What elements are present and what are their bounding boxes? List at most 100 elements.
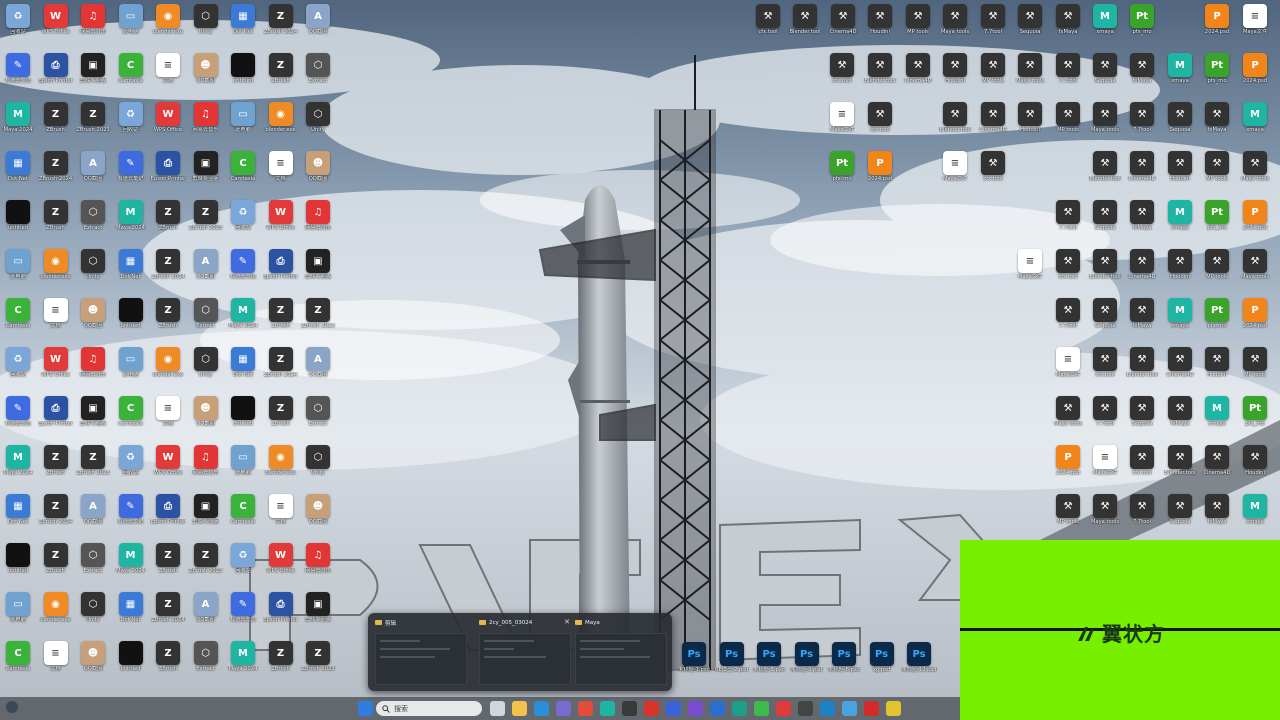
- desktop-icon-left-64[interactable]: W WPS Office: [38, 347, 74, 378]
- desktop-icon-left-112[interactable]: Z ZBrush 2024: [150, 592, 186, 623]
- desktop-icon-right-79[interactable]: ⚒ Blender.tool: [1162, 445, 1198, 476]
- desktop-icon-left-68[interactable]: ⬡ Unity: [188, 347, 224, 378]
- desktop-icon-left-66[interactable]: ▭ 此电脑: [113, 347, 149, 378]
- desktop-icon-right-41[interactable]: ⚒ Cinema4D: [1124, 151, 1160, 182]
- desktop-icon-left-107[interactable]: ♫ 网易云音乐: [300, 543, 336, 574]
- desktop-icon-right-49[interactable]: Pt pfx_mo: [1199, 200, 1235, 231]
- desktop-icon-right-55[interactable]: ⚒ Houdini: [1162, 249, 1198, 280]
- desktop-icon-right-56[interactable]: ⚒ MP tools: [1199, 249, 1235, 280]
- desktop-icon-right-53[interactable]: ⚒ Blender.tool: [1087, 249, 1123, 280]
- desktop-icon-left-20[interactable]: Z ZBrush 2023: [75, 102, 111, 133]
- desktop-icon-left-71[interactable]: A QQ截图: [300, 347, 336, 378]
- desktop-icon-right-26[interactable]: ⚒ cfx.tool: [862, 102, 898, 133]
- desktop-icon-left-7[interactable]: Z ZBrush 2024: [263, 4, 299, 35]
- desktop-icon-right-43[interactable]: ⚒ MP tools: [1199, 151, 1235, 182]
- desktop-icon-left-33[interactable]: C Camtasia: [225, 151, 261, 182]
- desktop-icon-right-28[interactable]: ⚒ Cinema4D: [975, 102, 1011, 133]
- desktop-icon-left-62[interactable]: Z ZBrush 2023: [300, 298, 336, 329]
- desktop-icon-left-30[interactable]: ✎ 有道云笔记: [113, 151, 149, 182]
- desktop-icon-left-87[interactable]: ▭ 此电脑: [225, 445, 261, 476]
- desktop-icon-left-14[interactable]: ☻ QQ截图: [188, 53, 224, 84]
- desktop-icon-right-64[interactable]: ≡ Maya文件: [1050, 347, 1086, 378]
- desktop-icon-right-15[interactable]: ⚒ Cinema4D: [900, 53, 936, 84]
- desktop-icon-left-63[interactable]: ♻ 回收站: [0, 347, 36, 378]
- desktop-icon-right-10[interactable]: Pt pfx_mo: [1124, 4, 1160, 35]
- desktop-icon-right-33[interactable]: ⚒ Sequoia: [1162, 102, 1198, 133]
- desktop-icon-left-23[interactable]: ♫ 网易云音乐: [188, 102, 224, 133]
- desktop-icon-left-49[interactable]: Z ZBrush 2024: [150, 249, 186, 280]
- desktop-icon-right-57[interactable]: ⚒ Maya tools: [1237, 249, 1273, 280]
- desktop-icon-left-4[interactable]: ◉ blender.exe: [150, 4, 186, 35]
- desktop-icon-left-22[interactable]: W WPS Office: [150, 102, 186, 133]
- task-view-icon[interactable]: [490, 701, 505, 716]
- desktop-icon-right-35[interactable]: Mxmaya: [1237, 102, 1273, 133]
- desktop-icon-left-116[interactable]: ▣ 剪映专业版: [300, 592, 336, 623]
- desktop-icon-left-90[interactable]: ▦ Dot Net: [0, 494, 36, 525]
- unity-icon[interactable]: [798, 701, 813, 716]
- desktop-icon-right-1[interactable]: ⚒ Blender.tool: [787, 4, 823, 35]
- psd-file-2[interactable]: Ps 未标题-5.psd: [751, 642, 787, 673]
- desktop-icon-left-37[interactable]: Z ZBrush: [38, 200, 74, 231]
- desktop-icon-right-52[interactable]: ⚒ cfx.tool: [1050, 249, 1086, 280]
- desktop-icon-left-0[interactable]: ♻ 回收站: [0, 4, 36, 35]
- desktop-icon-left-74[interactable]: ▣ 剪映专业版: [75, 396, 111, 427]
- desktop-icon-left-108[interactable]: ▭ 此电脑: [0, 592, 36, 623]
- desktop-icon-left-16[interactable]: Z ZBrush: [263, 53, 299, 84]
- desktop-icon-left-77[interactable]: ☻ QQ截图: [188, 396, 224, 427]
- windows-start-icon[interactable]: [358, 701, 373, 716]
- desktop-icon-left-52[interactable]: ⎙ Epson Printer: [263, 249, 299, 280]
- psd-file-6[interactable]: Ps 未标题-10.psd: [901, 642, 937, 673]
- desktop-icon-right-73[interactable]: ⚒ fxMaya: [1162, 396, 1198, 427]
- desktop-icon-left-86[interactable]: ♫ 网易云音乐: [188, 445, 224, 476]
- desktop-icon-left-13[interactable]: ≡ 文档: [150, 53, 186, 84]
- desktop-icon-right-47[interactable]: ⚒ fxMaya: [1124, 200, 1160, 231]
- desktop-icon-left-120[interactable]: untitled: [113, 641, 149, 672]
- outlook-icon[interactable]: [710, 701, 725, 716]
- desktop-icon-right-82[interactable]: ⚒ MP tools: [1050, 494, 1086, 525]
- desktop-icon-right-40[interactable]: ⚒ Blender.tool: [1087, 151, 1123, 182]
- desktop-icon-left-8[interactable]: A QQ截图: [300, 4, 336, 35]
- desktop-icon-left-111[interactable]: ▦ Dot Net: [113, 592, 149, 623]
- desktop-icon-left-44[interactable]: ♫ 网易云音乐: [300, 200, 336, 231]
- desktop-icon-left-113[interactable]: A QQ截图: [188, 592, 224, 623]
- desktop-icon-left-82[interactable]: Z ZBrush: [38, 445, 74, 476]
- desktop-icon-left-59[interactable]: ⬡ Extract: [188, 298, 224, 329]
- desktop-icon-left-53[interactable]: ▣ 剪映专业版: [300, 249, 336, 280]
- desktop-icon-left-47[interactable]: ⬡ Unity: [75, 249, 111, 280]
- maya-icon[interactable]: [600, 701, 615, 716]
- desktop-icon-right-34[interactable]: ⚒ fxMaya: [1199, 102, 1235, 133]
- desktop-icon-right-42[interactable]: ⚒ Houdini: [1162, 151, 1198, 182]
- desktop-icon-left-15[interactable]: untitled: [225, 53, 261, 84]
- desktop-icon-left-97[interactable]: ≡ 文档: [263, 494, 299, 525]
- desktop-icon-left-73[interactable]: ⎙ Epson Printer: [38, 396, 74, 427]
- desktop-icon-left-6[interactable]: ▦ Dot Net: [225, 4, 261, 35]
- desktop-icon-left-48[interactable]: ▦ Dot Net: [113, 249, 149, 280]
- desktop-icon-right-45[interactable]: ⚒ 7.7tool: [1050, 200, 1086, 231]
- desktop-icon-right-50[interactable]: P 2024.psd: [1237, 200, 1273, 231]
- desktop-icon-left-80[interactable]: ⬡ Extract: [300, 396, 336, 427]
- desktop-icon-left-9[interactable]: ✎ 有道云笔记: [0, 53, 36, 84]
- desktop-icon-left-85[interactable]: W WPS Office: [150, 445, 186, 476]
- taskbar-search-box[interactable]: 搜索: [376, 701, 482, 716]
- desktop-icon-right-22[interactable]: Mxmaya: [1162, 53, 1198, 84]
- desktop-icon-left-38[interactable]: ⬡ Extract: [75, 200, 111, 231]
- desktop-icon-right-37[interactable]: P 2024.psd: [862, 151, 898, 182]
- desktop-icon-left-31[interactable]: ⎙ Epson Printer: [150, 151, 186, 182]
- desktop-icon-left-60[interactable]: M Maya 2024: [225, 298, 261, 329]
- desktop-icon-right-2[interactable]: ⚒ Cinema4D: [825, 4, 861, 35]
- desktop-icon-right-63[interactable]: P 2024.psd: [1237, 298, 1273, 329]
- desktop-icon-left-5[interactable]: ⬡ Unity: [188, 4, 224, 35]
- desktop-icon-left-76[interactable]: ≡ 文档: [150, 396, 186, 427]
- desktop-icon-left-98[interactable]: ☻ QQ截图: [300, 494, 336, 525]
- desktop-icon-right-14[interactable]: ⚒ Blender.tool: [862, 53, 898, 84]
- photos-icon[interactable]: [556, 701, 571, 716]
- desktop-icon-left-1[interactable]: W WPS Office: [38, 4, 74, 35]
- close-icon[interactable]: ✕: [564, 618, 570, 626]
- desktop-icon-left-110[interactable]: ⬡ Unity: [75, 592, 111, 623]
- desktop-icon-left-96[interactable]: C Camtasia: [225, 494, 261, 525]
- desktop-icon-left-46[interactable]: ◉ blender.exe: [38, 249, 74, 280]
- desktop-icon-left-125[interactable]: Z ZBrush 2023: [300, 641, 336, 672]
- desktop-icon-left-104[interactable]: Z ZBrush 2023: [188, 543, 224, 574]
- desktop-icon-left-27[interactable]: ▦ Dot Net: [0, 151, 36, 182]
- desktop-icon-left-17[interactable]: ⬡ Extract: [300, 53, 336, 84]
